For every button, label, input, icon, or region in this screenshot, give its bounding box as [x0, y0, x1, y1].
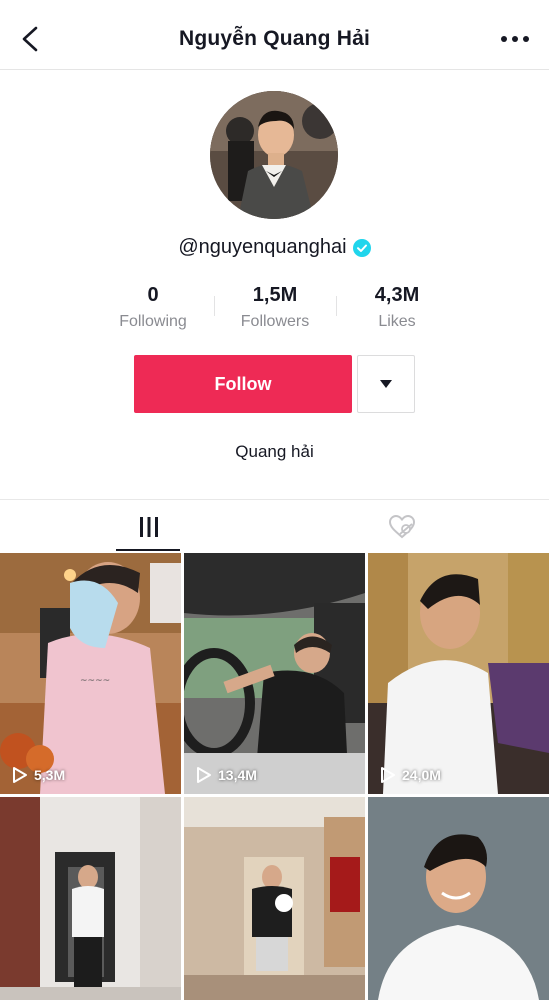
play-icon	[13, 767, 27, 783]
suggested-accounts-dropdown-button[interactable]	[357, 355, 415, 413]
followers-count: 1,5M	[252, 284, 298, 306]
avatar[interactable]	[210, 91, 338, 219]
stat-followers[interactable]: 1,5M Followers	[214, 283, 336, 331]
page-title: Nguyễn Quang Hải	[178, 27, 371, 50]
verified-badge-icon	[352, 238, 371, 257]
tab-liked[interactable]	[265, 500, 539, 553]
video-grid: ~~~~ 5,3M 13,4M 24,0M	[0, 553, 549, 1000]
top-bar: Nguyễn Quang Hải	[0, 0, 549, 70]
view-count: 13,4M	[196, 766, 257, 784]
more-options-icon[interactable]	[497, 24, 533, 54]
play-icon	[197, 767, 211, 783]
likes-count: 4,3M	[374, 284, 420, 306]
username-handle: @nguyenquanghai	[178, 236, 347, 259]
video-thumbnail-5[interactable]	[184, 797, 365, 1000]
following-count: 0	[147, 284, 159, 306]
profile-stats: 0 Following 1,5M Followers 4,3M Likes	[92, 283, 457, 343]
liked-hidden-icon	[388, 514, 416, 538]
video-thumbnail-3[interactable]: 24,0M	[368, 553, 549, 794]
tab-videos[interactable]	[12, 500, 286, 553]
followers-label: Followers	[240, 313, 310, 330]
video-thumbnail-2[interactable]: 13,4M	[184, 553, 365, 794]
svg-text:~~~~: ~~~~	[80, 676, 110, 686]
bio-text: Quang hải	[235, 442, 314, 461]
stat-following[interactable]: 0 Following	[92, 283, 214, 331]
following-label: Following	[119, 313, 187, 330]
content-tabs	[0, 499, 549, 552]
caret-down-icon	[380, 380, 392, 388]
view-count: 5,3M	[12, 766, 65, 784]
view-count: 24,0M	[380, 766, 441, 784]
video-thumbnail-6[interactable]	[368, 797, 549, 1000]
follow-button[interactable]: Follow	[134, 355, 352, 413]
likes-label: Likes	[378, 313, 416, 330]
video-thumbnail-4[interactable]	[0, 797, 181, 1000]
active-tab-indicator	[116, 549, 180, 551]
videos-grid-icon	[140, 516, 158, 537]
play-icon	[381, 767, 395, 783]
video-thumbnail-1[interactable]: ~~~~ 5,3M	[0, 553, 181, 794]
stat-likes[interactable]: 4,3M Likes	[336, 283, 458, 331]
handle-row: @nguyenquanghai	[0, 236, 549, 259]
